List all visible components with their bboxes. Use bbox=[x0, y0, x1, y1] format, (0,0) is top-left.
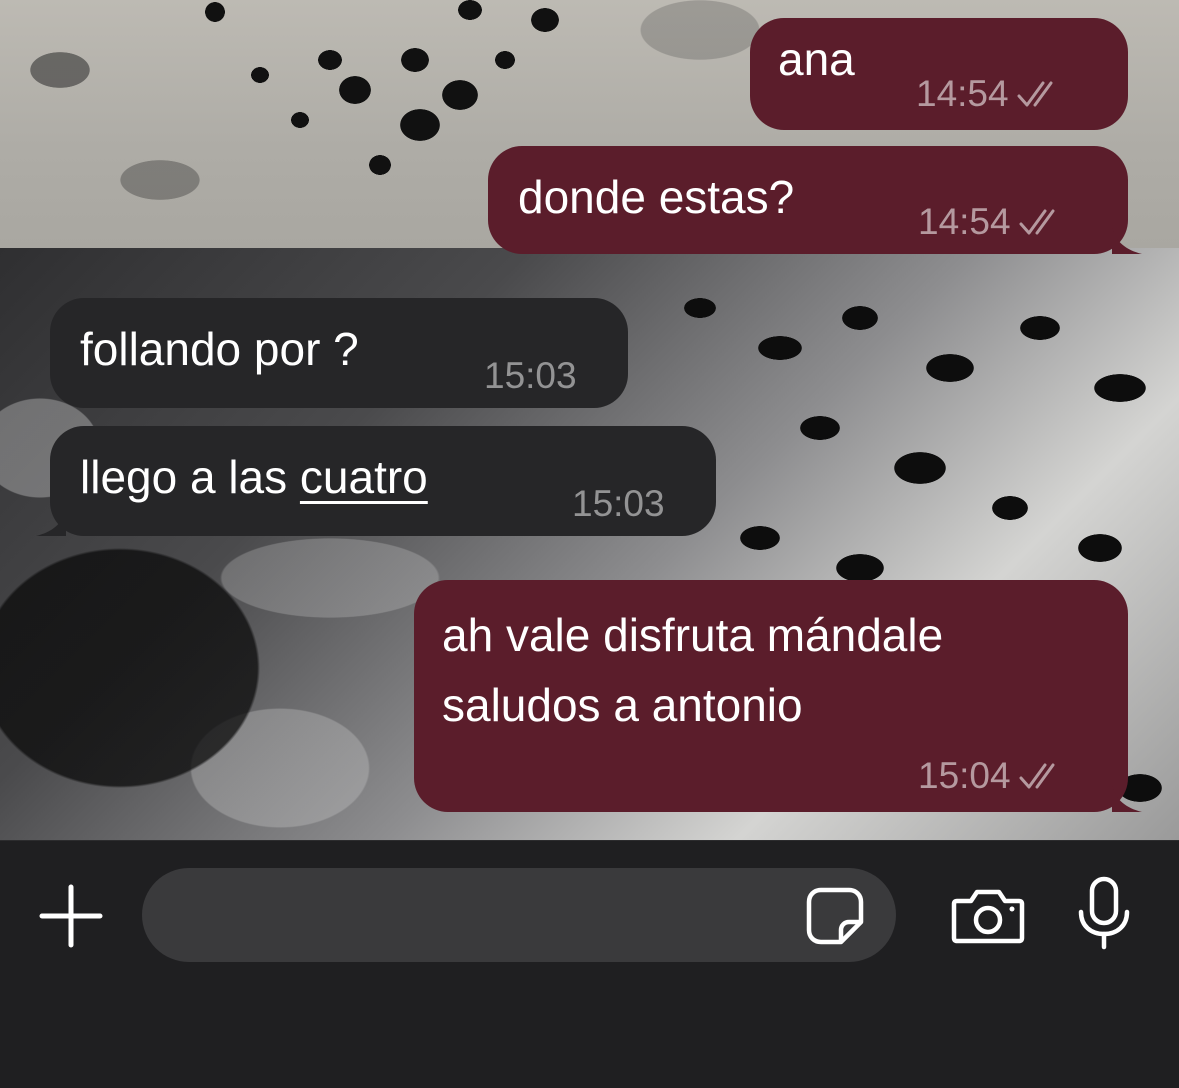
bubble-tail bbox=[36, 510, 66, 536]
message-time: 15:04 bbox=[918, 755, 1011, 796]
message-meta: 15:03 bbox=[572, 484, 665, 524]
message-time: 15:03 bbox=[484, 355, 577, 396]
message-composer bbox=[0, 840, 1179, 1088]
plus-icon bbox=[39, 884, 103, 948]
message-meta: 14:54 bbox=[918, 202, 1069, 242]
chat-screen: ana 14:54 donde estas? 14:54 follando po… bbox=[0, 0, 1179, 1088]
message-meta: 15:04 bbox=[918, 756, 1069, 796]
sticker-icon bbox=[806, 887, 864, 945]
message-text-plain: llego a las bbox=[80, 451, 300, 503]
message-bubble-incoming[interactable]: llego a las cuatro 15:03 bbox=[36, 426, 716, 536]
message-bubble-outgoing[interactable]: donde estas? 14:54 bbox=[488, 146, 1142, 254]
message-time: 14:54 bbox=[918, 201, 1011, 242]
time-link[interactable]: cuatro bbox=[300, 451, 428, 503]
message-text: llego a las cuatro bbox=[80, 448, 428, 506]
message-text: donde estas? bbox=[518, 171, 795, 223]
double-check-icon bbox=[1019, 763, 1055, 789]
bubble-tail bbox=[1112, 786, 1142, 812]
attach-button[interactable] bbox=[36, 881, 106, 951]
message-time: 15:03 bbox=[572, 483, 665, 524]
message-text-line: saludos a antonio bbox=[442, 679, 803, 731]
microphone-icon bbox=[1078, 876, 1130, 950]
double-check-icon bbox=[1019, 209, 1055, 235]
message-bubble-incoming[interactable]: follando por ? 15:03 bbox=[50, 298, 628, 408]
double-check-icon bbox=[1017, 81, 1053, 107]
message-bubble-outgoing[interactable]: ana 14:54 bbox=[750, 18, 1128, 130]
message-input[interactable] bbox=[142, 868, 896, 962]
message-time: 14:54 bbox=[916, 73, 1009, 114]
message-meta: 14:54 bbox=[916, 74, 1067, 114]
message-bubble-outgoing[interactable]: ah vale disfruta mándale saludos a anton… bbox=[414, 580, 1142, 812]
message-meta: 15:03 bbox=[484, 356, 577, 396]
bubble-tail bbox=[1112, 228, 1142, 254]
message-text: ana bbox=[778, 33, 855, 85]
message-text: follando por ? bbox=[80, 323, 359, 375]
voice-message-button[interactable] bbox=[1072, 875, 1136, 951]
camera-button[interactable] bbox=[950, 885, 1026, 947]
message-text-line: ah vale disfruta mándale bbox=[442, 609, 944, 661]
sticker-button[interactable] bbox=[804, 885, 866, 947]
camera-icon bbox=[951, 889, 1025, 944]
